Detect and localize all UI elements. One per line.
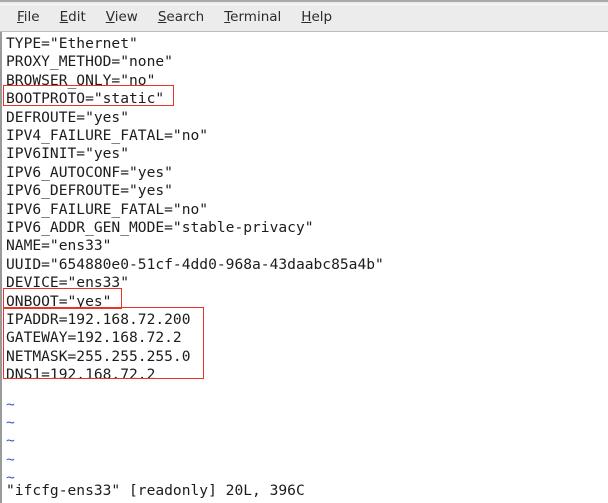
menu-item-view-mnemonic: V [105,8,115,25]
editor-line: IPV6_FAILURE_FATAL="no" [6,200,209,218]
editor-line: DNS1=192.168.72.2 [6,366,156,384]
editor-line: BOOTPROTO="static" [6,90,165,108]
menu-item-help-rest: elp [311,8,333,25]
editor-line: DEVICE="ens33" [6,274,130,292]
menu-item-terminal[interactable]: Terminal [216,6,289,28]
menu-item-edit-rest: dit [68,8,86,25]
menu-item-view-rest: iew [114,8,138,25]
editor-line: IPV6_ADDR_GEN_MODE="stable-privacy" [6,219,314,236]
editor-line: IPV6_DEFROUTE="yes" [6,182,173,200]
menu-item-edit-mnemonic: E [59,8,69,25]
editor-line: NETMASK=255.255.255.0 [6,347,191,365]
menu-item-help-mnemonic: H [301,8,312,25]
empty-line-marker: ~ [6,413,15,431]
menu-item-edit[interactable]: Edit [52,6,94,28]
empty-line-marker: ~ [6,432,15,450]
editor-line: GATEWAY=192.168.72.2 [6,329,182,347]
menu-item-file[interactable]: File [9,6,48,28]
menu-bar: File Edit View Search Terminal Help [0,0,608,32]
editor-line: IPV6INIT="yes" [6,145,130,163]
editor-line: IPV6_AUTOCONF="yes" [6,163,173,181]
menu-item-file-rest: ile [23,8,40,25]
editor-line: BROWSER_ONLY="no" [6,71,156,89]
vim-buffer[interactable]: TYPE="Ethernet" PROXY_METHOD="none" BROW… [2,32,608,503]
editor-line: UUID="654880e0-51cf-4dd0-968a-43daabc85a… [6,255,384,273]
menu-item-view[interactable]: View [98,6,146,28]
editor-line: IPV4_FAILURE_FATAL="no" [6,127,209,144]
editor-line: PROXY_METHOD="none" [6,53,173,71]
editor-line: IPADDR=192.168.72.200 [6,311,191,328]
empty-line-marker: ~ [6,450,15,468]
menu-item-search-rest: earch [166,8,205,25]
terminal-window: File Edit View Search Terminal Help TYPE… [0,0,608,503]
terminal-screen[interactable]: TYPE="Ethernet" PROXY_METHOD="none" BROW… [0,32,608,503]
menu-item-file-mnemonic: F [17,8,24,25]
vim-status-line: "ifcfg-ens33" [readonly] 20L, 396C [6,482,305,499]
menu-item-terminal-rest: erminal [230,8,282,25]
editor-line: TYPE="Ethernet" [6,35,138,52]
menu-item-search[interactable]: Search [150,6,212,28]
empty-line-marker: ~ [6,395,15,413]
menu-item-help[interactable]: Help [293,6,340,28]
editor-line: ONBOOT="yes" [6,292,112,310]
editor-line: DEFROUTE="yes" [6,108,130,126]
editor-line: NAME="ens33" [6,237,112,255]
